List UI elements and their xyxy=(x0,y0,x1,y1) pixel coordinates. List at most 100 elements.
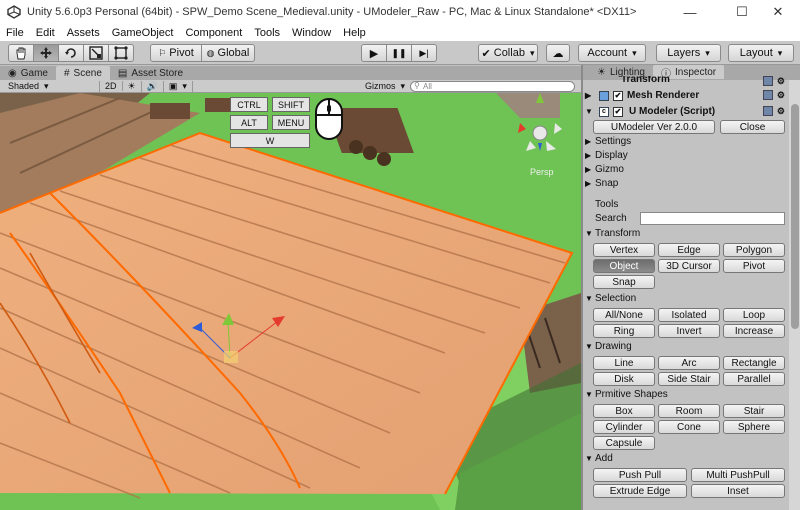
account-dropdown[interactable]: Account xyxy=(578,44,646,62)
2d-toggle[interactable]: 2D xyxy=(100,81,123,91)
hand-tool-button[interactable] xyxy=(8,44,34,62)
parallel-button[interactable]: Parallel xyxy=(723,372,785,386)
cloud-button[interactable]: ☁ xyxy=(546,44,570,62)
pivot-button[interactable]: Pivot xyxy=(723,259,785,273)
help-icon[interactable] xyxy=(762,76,773,86)
menu-gameobject[interactable]: GameObject xyxy=(106,27,180,39)
menu-file[interactable]: File xyxy=(0,27,30,39)
move-tool-button[interactable] xyxy=(33,44,59,62)
pivot-toggle[interactable]: ⚐ Pivot xyxy=(150,44,202,62)
foldout-arrow-icon: ▶ xyxy=(585,91,592,100)
global-toggle[interactable]: ◍ Global xyxy=(201,44,255,62)
umodeler-script-header[interactable]: ▼ c ✔ U Modeler (Script) ⚙ xyxy=(585,104,789,119)
pivot-group: ⚐ Pivot ◍ Global xyxy=(150,44,255,62)
mesh-renderer-checkbox[interactable]: ✔ xyxy=(613,90,623,101)
umodeler-checkbox[interactable]: ✔ xyxy=(613,106,623,117)
scrollbar-thumb[interactable] xyxy=(791,104,799,329)
pause-button[interactable]: ❚❚ xyxy=(386,44,412,62)
arc-button[interactable]: Arc xyxy=(658,356,720,370)
foldout-arrow-icon: ▶ xyxy=(585,137,592,146)
minimize-button[interactable]: — xyxy=(668,0,712,24)
settings-gear-icon[interactable]: ⚙ xyxy=(777,90,785,101)
tab-game[interactable]: ◉ Game xyxy=(0,66,56,80)
tool-search-input[interactable] xyxy=(640,212,785,225)
sphere-button[interactable]: Sphere xyxy=(723,420,785,434)
help-icon[interactable] xyxy=(762,106,773,116)
menu-assets[interactable]: Assets xyxy=(61,27,106,39)
gizmo-foldout[interactable]: ▶ Gizmo xyxy=(585,164,624,175)
mesh-renderer-header[interactable]: ▶ ✔ Mesh Renderer ⚙ xyxy=(585,88,789,103)
rotate-tool-button[interactable] xyxy=(58,44,84,62)
isolated-button[interactable]: Isolated xyxy=(658,308,720,322)
capsule-button[interactable]: Capsule xyxy=(593,436,655,450)
settings-gear-icon[interactable]: ⚙ xyxy=(777,76,785,87)
stair-button[interactable]: Stair xyxy=(723,404,785,418)
loop-button[interactable]: Loop xyxy=(723,308,785,322)
hand-icon xyxy=(16,47,26,60)
disk-button[interactable]: Disk xyxy=(593,372,655,386)
effects-dropdown-icon[interactable]: ▣ xyxy=(164,80,193,92)
rectangle-button[interactable]: Rectangle xyxy=(723,356,785,370)
menu-edit[interactable]: Edit xyxy=(30,27,61,39)
layers-dropdown[interactable]: Layers xyxy=(656,44,721,62)
close-window-button[interactable]: ✕ xyxy=(756,0,800,24)
add-section-label: Add xyxy=(595,453,613,464)
audio-toggle-icon[interactable]: 🔊 xyxy=(142,80,164,92)
menu-window[interactable]: Window xyxy=(286,27,337,39)
umodeler-version-button[interactable]: UModeler Ver 2.0.0 xyxy=(593,120,715,134)
selection-foldout[interactable]: ▼ Selection xyxy=(585,293,636,304)
polygon-button[interactable]: Polygon xyxy=(723,243,785,257)
menu-component[interactable]: Component xyxy=(179,27,248,39)
edge-button[interactable]: Edge xyxy=(658,243,720,257)
rect-tool-button[interactable] xyxy=(108,44,134,62)
box-button[interactable]: Box xyxy=(593,404,655,418)
umodeler-close-button[interactable]: Close xyxy=(720,120,785,134)
increase-button[interactable]: Increase xyxy=(723,324,785,338)
tab-asset-store[interactable]: ▤ Asset Store xyxy=(110,66,191,80)
inspector-scrollbar[interactable] xyxy=(789,80,800,510)
transform-foldout[interactable]: ▼ Transform xyxy=(585,228,640,239)
line-button[interactable]: Line xyxy=(593,356,655,370)
mesh-renderer-label: Mesh Renderer xyxy=(627,90,700,101)
transform-component-header[interactable]: Transform ⚙ xyxy=(585,76,789,87)
vertex-button[interactable]: Vertex xyxy=(593,243,655,257)
scene-viewport[interactable]: Persp xyxy=(0,93,581,510)
object-button[interactable]: Object xyxy=(593,259,655,273)
snap-button[interactable]: Snap xyxy=(593,275,655,289)
3d-cursor-button[interactable]: 3D Cursor xyxy=(658,259,720,273)
collab-dropdown[interactable]: ✔ Collab xyxy=(478,44,538,62)
side-stair-button[interactable]: Side Stair xyxy=(658,372,720,386)
step-button[interactable]: ▶| xyxy=(411,44,437,62)
drawing-foldout[interactable]: ▼ Drawing xyxy=(585,341,632,352)
transform-component-label: Transform xyxy=(621,76,670,85)
scene-search-input[interactable]: ⚲ All xyxy=(410,80,575,92)
primitive-section-label: Prmitive Shapes xyxy=(595,389,668,400)
menu-help[interactable]: Help xyxy=(337,27,372,39)
settings-gear-icon[interactable]: ⚙ xyxy=(777,106,785,117)
layout-dropdown[interactable]: Layout xyxy=(728,44,794,62)
push-pull-button[interactable]: Push Pull xyxy=(593,468,687,482)
shading-mode-dropdown[interactable]: Shaded xyxy=(0,80,100,92)
snap-foldout[interactable]: ▶ Snap xyxy=(585,178,618,189)
ring-button[interactable]: Ring xyxy=(593,324,655,338)
scale-tool-button[interactable] xyxy=(83,44,109,62)
all-none-button[interactable]: All/None xyxy=(593,308,655,322)
tab-scene[interactable]: # Scene xyxy=(55,66,110,80)
lighting-toggle-icon[interactable]: ☀ xyxy=(123,80,142,92)
cone-button[interactable]: Cone xyxy=(658,420,720,434)
cylinder-button[interactable]: Cylinder xyxy=(593,420,655,434)
foldout-arrow-icon: ▼ xyxy=(585,390,593,399)
gizmos-dropdown[interactable]: Gizmos xyxy=(360,81,410,92)
menu-tools[interactable]: Tools xyxy=(248,27,286,39)
display-foldout[interactable]: ▶ Display xyxy=(585,150,628,161)
settings-foldout[interactable]: ▶ Settings xyxy=(585,136,631,147)
play-button[interactable]: ▶ xyxy=(361,44,387,62)
room-button[interactable]: Room xyxy=(658,404,720,418)
add-foldout[interactable]: ▼ Add xyxy=(585,453,613,464)
invert-button[interactable]: Invert xyxy=(658,324,720,338)
help-icon[interactable] xyxy=(762,90,773,100)
multi-pushpull-button[interactable]: Multi PushPull xyxy=(691,468,785,482)
extrude-edge-button[interactable]: Extrude Edge xyxy=(593,484,687,498)
primitive-shapes-foldout[interactable]: ▼ Prmitive Shapes xyxy=(585,389,668,400)
inset-button[interactable]: Inset xyxy=(691,484,785,498)
